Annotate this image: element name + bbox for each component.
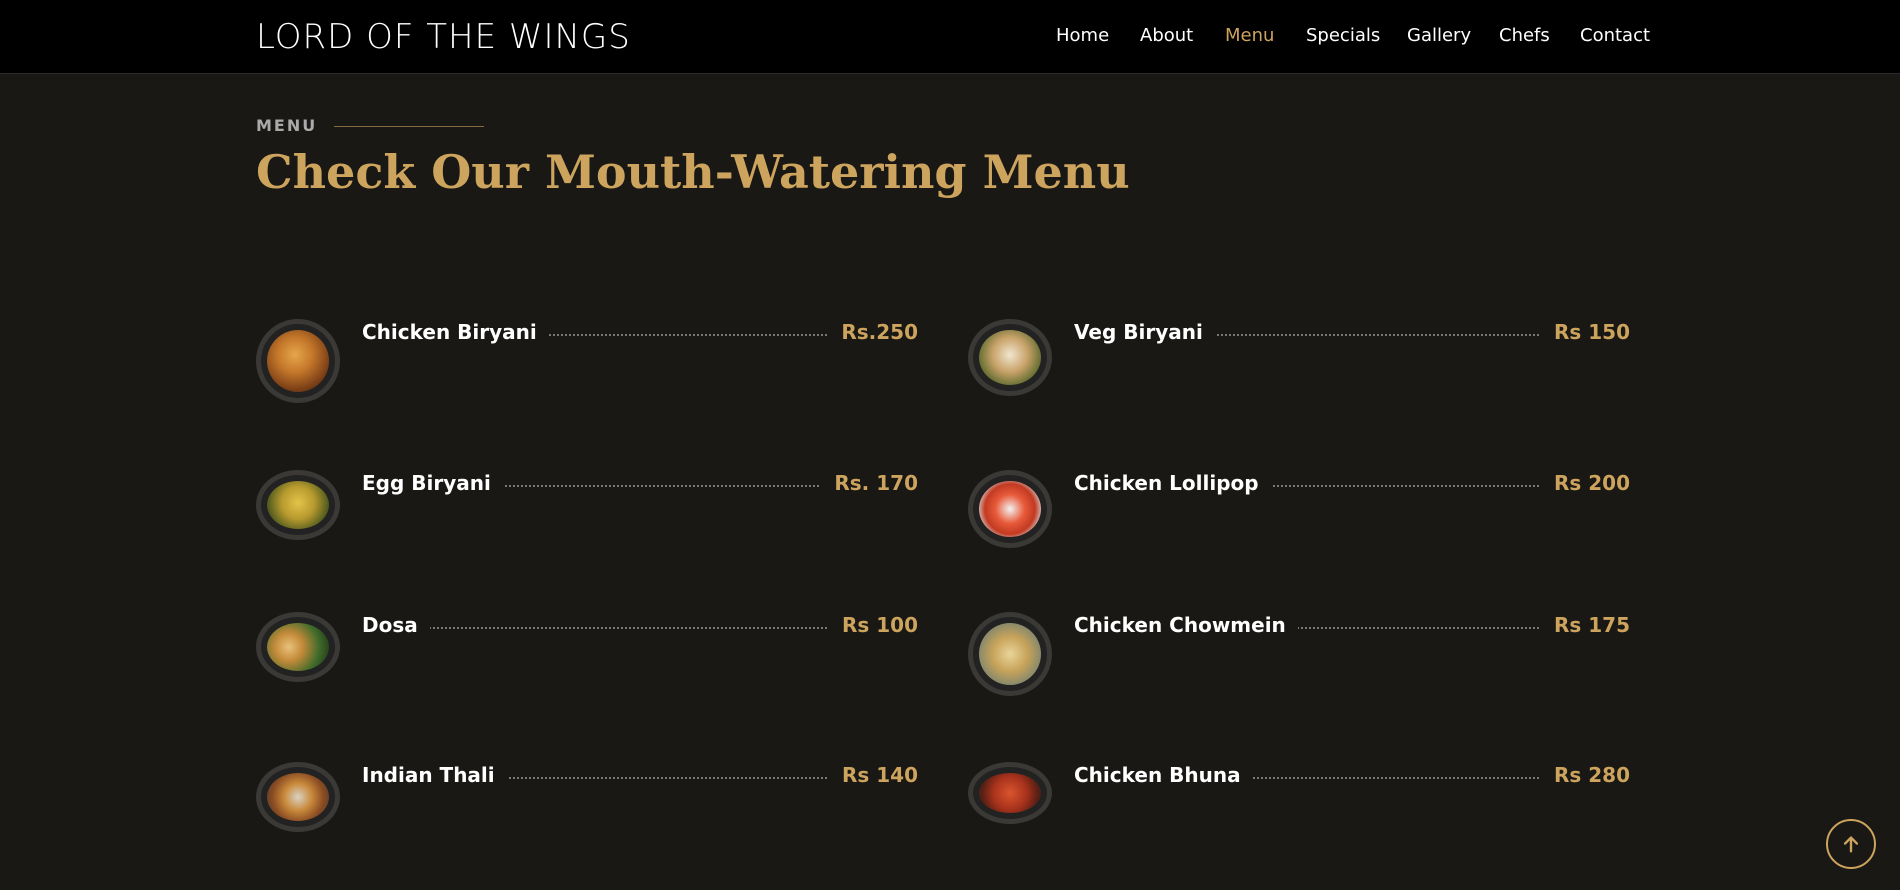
back-to-top-button[interactable] bbox=[1826, 819, 1876, 869]
nav-specials[interactable]: Specials bbox=[1306, 24, 1380, 48]
nav-home[interactable]: Home bbox=[1056, 24, 1109, 48]
chicken-chowmein-image bbox=[968, 612, 1052, 696]
menu-item-name: Indian Thali bbox=[362, 762, 507, 788]
menu-item[interactable]: Egg Biryani Rs. 170 bbox=[256, 470, 918, 562]
nav-menu[interactable]: Menu bbox=[1225, 24, 1274, 48]
site-header: LORD OF THE WINGS Home About Menu Specia… bbox=[0, 0, 1900, 74]
menu-item-name: Veg Biryani bbox=[1074, 319, 1215, 345]
chicken-bhuna-image bbox=[968, 762, 1052, 824]
indian-thali-image bbox=[256, 762, 340, 832]
nav-about[interactable]: About bbox=[1140, 24, 1193, 48]
menu-item-price: Rs.250 bbox=[827, 319, 918, 345]
menu-item-name: Chicken Bhuna bbox=[1074, 762, 1253, 788]
arrow-up-icon bbox=[1843, 836, 1859, 853]
brand-logo[interactable]: LORD OF THE WINGS bbox=[256, 17, 631, 57]
menu-item[interactable]: Dosa Rs 100 bbox=[256, 612, 918, 704]
menu-item[interactable]: Chicken Chowmein Rs 175 bbox=[968, 612, 1630, 704]
menu-item-name: Chicken Chowmein bbox=[1074, 612, 1298, 638]
menu-item[interactable]: Chicken Bhuna Rs 280 bbox=[968, 762, 1630, 854]
egg-biryani-image bbox=[256, 470, 340, 540]
nav-gallery[interactable]: Gallery bbox=[1407, 24, 1471, 48]
menu-item-price: Rs. 170 bbox=[820, 470, 918, 496]
menu-item-name: Chicken Lollipop bbox=[1074, 470, 1271, 496]
menu-item[interactable]: Veg Biryani Rs 150 bbox=[968, 319, 1630, 411]
dosa-image bbox=[256, 612, 340, 682]
nav-chefs[interactable]: Chefs bbox=[1499, 24, 1550, 48]
menu-item-price: Rs 100 bbox=[827, 612, 918, 638]
menu-item-price: Rs 175 bbox=[1539, 612, 1630, 638]
nav-contact[interactable]: Contact bbox=[1580, 24, 1650, 48]
chicken-biryani-image bbox=[256, 319, 340, 403]
menu-item-price: Rs 200 bbox=[1539, 470, 1630, 496]
menu-item-name: Chicken Biryani bbox=[362, 319, 549, 345]
menu-item-price: Rs 140 bbox=[827, 762, 918, 788]
menu-item-price: Rs 280 bbox=[1539, 762, 1630, 788]
menu-item-price: Rs 150 bbox=[1539, 319, 1630, 345]
veg-biryani-image bbox=[968, 319, 1052, 396]
section-eyebrow: MENU bbox=[256, 116, 318, 135]
menu-item-name: Egg Biryani bbox=[362, 470, 503, 496]
eyebrow-divider bbox=[334, 126, 484, 127]
menu-item[interactable]: Indian Thali Rs 140 bbox=[256, 762, 918, 854]
chicken-lollipop-image bbox=[968, 470, 1052, 548]
section-title: Check Our Mouth-Watering Menu bbox=[256, 145, 1130, 199]
menu-item[interactable]: Chicken Lollipop Rs 200 bbox=[968, 470, 1630, 562]
menu-item[interactable]: Chicken Biryani Rs.250 bbox=[256, 319, 918, 411]
menu-item-name: Dosa bbox=[362, 612, 430, 638]
